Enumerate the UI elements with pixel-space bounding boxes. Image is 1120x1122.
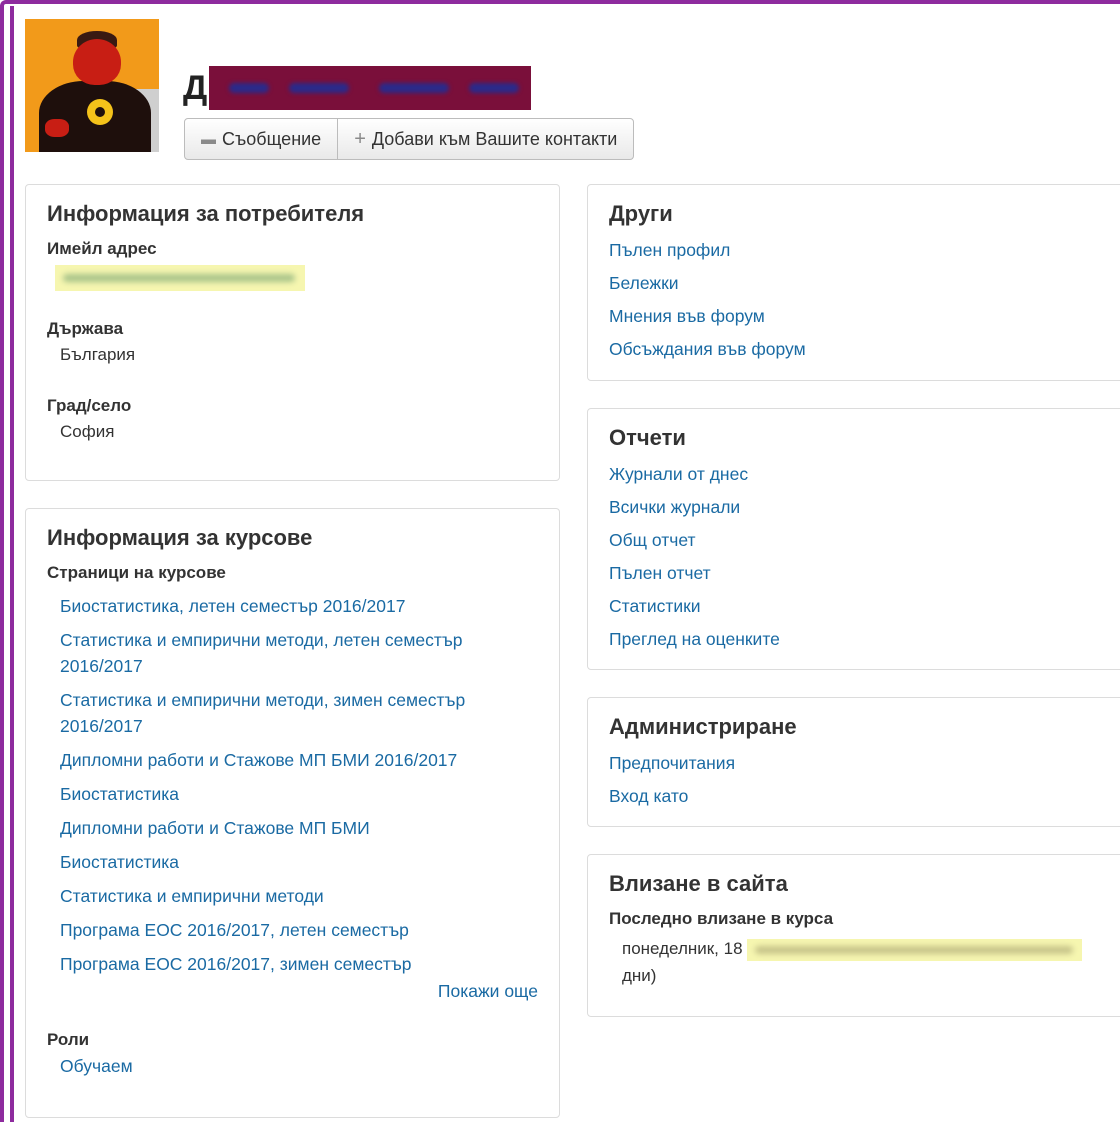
notes-link[interactable]: Бележки <box>609 272 1105 294</box>
reports-panel: Отчети Журнали от днес Всички журнали Об… <box>587 408 1120 670</box>
outline-report-link[interactable]: Общ отчет <box>609 529 1105 551</box>
redacted-name <box>209 66 532 110</box>
avatar[interactable] <box>25 19 159 152</box>
last-access-label: Последно влизане в курса <box>609 909 834 928</box>
course-link[interactable]: Статистика и емпирични методи, зимен сем… <box>60 687 538 739</box>
frame-accent-line <box>10 6 14 1122</box>
user-info-title: Информация за потребителя <box>47 201 365 226</box>
course-link[interactable]: Биостатистика <box>60 849 538 875</box>
course-info-panel: Информация за курсове Страници на курсов… <box>25 508 560 1118</box>
last-access-value: понеделник, 18 дни) <box>609 935 1105 989</box>
course-link[interactable]: Статистика и емпирични методи, летен сем… <box>60 627 538 679</box>
grades-overview-link[interactable]: Преглед на оценките <box>609 628 1105 650</box>
course-link[interactable]: Биостатистика, летен семестър 2016/2017 <box>60 593 538 619</box>
plus-icon: + <box>354 127 366 150</box>
redacted-date <box>746 938 1082 961</box>
reports-title: Отчети <box>609 425 686 450</box>
forum-posts-link[interactable]: Мнения във форум <box>609 305 1105 327</box>
show-more-link[interactable]: Покажи още <box>438 981 538 1002</box>
email-label: Имейл адрес <box>47 239 157 258</box>
message-button[interactable]: ▬ Съобщение <box>185 119 337 159</box>
other-panel: Други Пълен профил Бележки Мнения във фо… <box>587 184 1120 381</box>
site-login-title: Влизане в сайта <box>609 871 788 896</box>
course-pages-label: Страници на курсове <box>47 563 226 582</box>
last-access-prefix: понеделник, 18 <box>622 939 743 958</box>
country-label: Държава <box>47 319 124 338</box>
message-button-label: Съобщение <box>222 128 322 149</box>
roles-label: Роли <box>47 1030 90 1049</box>
role-link[interactable]: Обучаем <box>60 1056 538 1077</box>
add-contact-button-label: Добави към Вашите контакти <box>371 128 618 149</box>
add-contact-button[interactable]: + Добави към Вашите контакти <box>337 119 633 159</box>
show-more-container: Покажи още <box>47 981 538 1002</box>
course-link[interactable]: Дипломни работи и Стажове МП БМИ <box>60 815 538 841</box>
administration-title: Администриране <box>609 714 797 739</box>
all-logs-link[interactable]: Всички журнали <box>609 496 1105 518</box>
login-as-link[interactable]: Вход като <box>609 785 1105 807</box>
other-title: Други <box>609 201 673 226</box>
full-profile-link[interactable]: Пълен профил <box>609 239 1105 261</box>
profile-name-initial: Д <box>183 68 208 107</box>
country-value: България <box>60 345 136 364</box>
preferences-link[interactable]: Предпочитания <box>609 752 1105 774</box>
user-info-panel: Информация за потребителя Имейл адрес Дъ… <box>25 184 560 481</box>
course-list: Биостатистика, летен семестър 2016/2017 … <box>47 593 538 977</box>
today-logs-link[interactable]: Журнали от днес <box>609 463 1105 485</box>
profile-name: Д <box>183 66 532 110</box>
statistics-link[interactable]: Статистики <box>609 595 1105 617</box>
administration-panel: Администриране Предпочитания Вход като <box>587 697 1120 827</box>
course-link[interactable]: Биостатистика <box>60 781 538 807</box>
course-info-title: Информация за курсове <box>47 525 313 550</box>
course-link[interactable]: Програма ЕОС 2016/2017, зимен семестър <box>60 951 538 977</box>
redacted-email <box>55 265 305 291</box>
city-label: Град/село <box>47 396 132 415</box>
course-link[interactable]: Програма ЕОС 2016/2017, летен семестър <box>60 917 538 943</box>
course-link[interactable]: Дипломни работи и Стажове МП БМИ 2016/20… <box>60 747 538 773</box>
city-value: София <box>60 422 115 441</box>
site-login-panel: Влизане в сайта Последно влизане в курса… <box>587 854 1120 1017</box>
forum-discussions-link[interactable]: Обсъждания във форум <box>609 338 1105 360</box>
complete-report-link[interactable]: Пълен отчет <box>609 562 1105 584</box>
roles-value: Обучаем <box>47 1056 538 1077</box>
speech-bubble-icon: ▬ <box>201 130 216 148</box>
course-link[interactable]: Статистика и емпирични методи <box>60 883 538 909</box>
last-access-suffix: дни) <box>622 966 657 985</box>
profile-actions: ▬ Съобщение + Добави към Вашите контакти <box>184 118 635 160</box>
